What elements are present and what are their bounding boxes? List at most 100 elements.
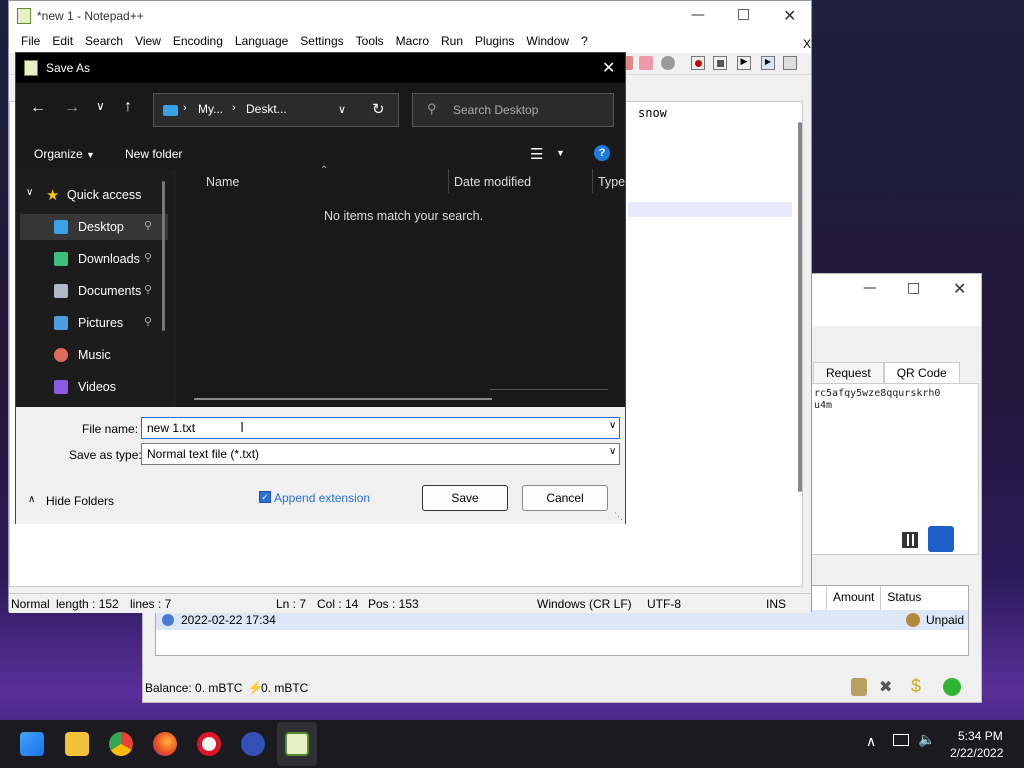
- chevron-down-icon[interactable]: ∨: [609, 446, 616, 457]
- minimize-icon[interactable]: —: [863, 280, 877, 296]
- network-icon[interactable]: [893, 734, 909, 746]
- file-name-field[interactable]: new 1.txt ∨: [141, 417, 620, 439]
- minimize-icon[interactable]: —: [691, 7, 705, 23]
- record-macro-icon[interactable]: [691, 56, 705, 70]
- sidebar-item-downloads[interactable]: Downloads ⚲: [20, 246, 168, 272]
- menu-language[interactable]: Language: [229, 31, 294, 53]
- play-macro-icon[interactable]: ▶: [737, 56, 751, 70]
- sidebar-item-quick-access[interactable]: ∨ ★ Quick access: [20, 182, 168, 208]
- column-divider[interactable]: [592, 169, 593, 193]
- pin-icon[interactable]: ⚲: [144, 315, 152, 328]
- pin-icon[interactable]: ⚲: [144, 219, 152, 232]
- pin-icon[interactable]: ⚲: [144, 251, 152, 264]
- menu-run[interactable]: Run: [435, 31, 469, 53]
- file-explorer-icon[interactable]: [65, 732, 89, 756]
- save-button[interactable]: Save: [422, 485, 508, 511]
- up-icon[interactable]: ↑: [124, 98, 132, 116]
- sidebar-item-music[interactable]: Music: [20, 342, 168, 368]
- volume-icon[interactable]: 🔈: [918, 732, 935, 748]
- menu-encoding[interactable]: Encoding: [167, 31, 229, 53]
- menu-plugins[interactable]: Plugins: [469, 31, 520, 53]
- hide-folders-button[interactable]: Hide Folders: [46, 494, 114, 508]
- folder-icon[interactable]: [639, 56, 653, 70]
- clock-time[interactable]: 5:34 PM: [958, 729, 1003, 743]
- clock-date[interactable]: 2/22/2022: [950, 746, 1003, 760]
- opera-icon[interactable]: [197, 732, 221, 756]
- chevron-up-icon[interactable]: ∧: [866, 734, 876, 750]
- tab-qr-code[interactable]: QR Code: [883, 362, 960, 384]
- resize-grip-icon[interactable]: ⋱: [614, 511, 623, 522]
- close-icon[interactable]: ✕: [953, 279, 966, 298]
- table-row[interactable]: 2022-02-22 17:34 Unpaid: [156, 610, 968, 630]
- qr-icon[interactable]: [902, 532, 918, 548]
- lock-icon[interactable]: [851, 678, 867, 696]
- horizontal-scrollbar[interactable]: [194, 398, 492, 400]
- menu-settings[interactable]: Settings: [294, 31, 349, 53]
- chevron-down-icon[interactable]: ∨: [96, 99, 105, 113]
- sidebar-scrollbar[interactable]: [162, 181, 165, 331]
- search-box[interactable]: ⚲ Search Desktop: [412, 93, 614, 127]
- col-amount[interactable]: Amount: [826, 586, 880, 610]
- maximize-icon[interactable]: □: [737, 6, 750, 22]
- menu-view[interactable]: View: [129, 31, 167, 53]
- chevron-down-icon[interactable]: ∨: [26, 187, 33, 198]
- cut-icon[interactable]: [661, 56, 675, 70]
- col-status[interactable]: Status: [880, 586, 927, 610]
- cancel-button[interactable]: Cancel: [522, 485, 608, 511]
- view-options-icon[interactable]: ☰: [530, 145, 543, 163]
- tab-request[interactable]: Request: [813, 362, 884, 384]
- wallet-tabs: Request QR Code: [813, 362, 960, 384]
- seed-icon[interactable]: $: [911, 676, 921, 697]
- column-divider[interactable]: [448, 169, 449, 193]
- chevron-up-icon[interactable]: ∧: [28, 494, 35, 505]
- run-multiple-icon[interactable]: ▶: [761, 56, 775, 70]
- new-folder-button[interactable]: New folder: [125, 147, 182, 161]
- vertical-scrollbar[interactable]: [798, 122, 802, 492]
- forward-icon[interactable]: →: [64, 99, 80, 117]
- maximize-icon[interactable]: □: [907, 280, 920, 296]
- breadcrumb-my[interactable]: My...: [198, 102, 223, 116]
- sidebar-item-videos[interactable]: Videos: [20, 374, 168, 400]
- menu-search[interactable]: Search: [79, 31, 129, 53]
- copy-icon[interactable]: [928, 526, 954, 552]
- breadcrumb-desktop[interactable]: Deskt...: [246, 102, 287, 116]
- chevron-down-icon[interactable]: ∨: [338, 103, 346, 116]
- network-status-icon[interactable]: [943, 678, 961, 696]
- append-extension-label[interactable]: Append extension: [274, 491, 370, 505]
- search-input[interactable]: Search Desktop: [453, 103, 538, 117]
- chrome-icon[interactable]: [109, 732, 133, 756]
- firefox-icon[interactable]: [153, 732, 177, 756]
- menu-tools[interactable]: Tools: [350, 31, 390, 53]
- close-document-button[interactable]: X: [797, 34, 817, 54]
- refresh-icon[interactable]: ↻: [372, 100, 385, 118]
- sidebar-item-pictures[interactable]: Pictures ⚲: [20, 310, 168, 336]
- menu-file[interactable]: File: [15, 31, 46, 53]
- menu-edit[interactable]: Edit: [46, 31, 79, 53]
- save-macro-icon[interactable]: [783, 56, 797, 70]
- column-date-modified[interactable]: Date modified: [454, 175, 531, 189]
- sidebar-item-documents[interactable]: Documents ⚲: [20, 278, 168, 304]
- address-bar[interactable]: › My... › Deskt... ∨ ↻: [153, 93, 399, 127]
- column-name[interactable]: Name: [206, 175, 239, 189]
- menu-window[interactable]: Window: [520, 31, 575, 53]
- help-icon[interactable]: ?: [594, 145, 610, 161]
- sidebar-item-desktop[interactable]: Desktop ⚲: [20, 214, 168, 240]
- organize-button[interactable]: Organize ▼: [34, 147, 95, 161]
- close-icon[interactable]: ✕: [783, 6, 796, 25]
- caret-down-icon[interactable]: ▼: [556, 148, 565, 158]
- stop-macro-icon[interactable]: [713, 56, 727, 70]
- column-type[interactable]: Type: [598, 175, 625, 189]
- chevron-down-icon[interactable]: ∨: [609, 420, 616, 431]
- back-icon[interactable]: ←: [30, 99, 46, 117]
- tools-icon[interactable]: ✖: [879, 677, 892, 697]
- save-as-type-select[interactable]: Normal text file (*.txt) ∨: [141, 443, 620, 465]
- windows-start-icon[interactable]: [20, 732, 44, 756]
- electrum-icon[interactable]: [241, 732, 265, 756]
- append-extension-checkbox[interactable]: ✓: [259, 491, 271, 503]
- menu-macro[interactable]: Macro: [390, 31, 435, 53]
- close-icon[interactable]: ✕: [602, 58, 615, 78]
- menu-help[interactable]: ?: [575, 31, 594, 53]
- file-list[interactable]: ⌃ Name Date modified Type No items match…: [176, 165, 625, 407]
- notepad-plus-plus-icon[interactable]: [285, 732, 309, 756]
- pin-icon[interactable]: ⚲: [144, 283, 152, 296]
